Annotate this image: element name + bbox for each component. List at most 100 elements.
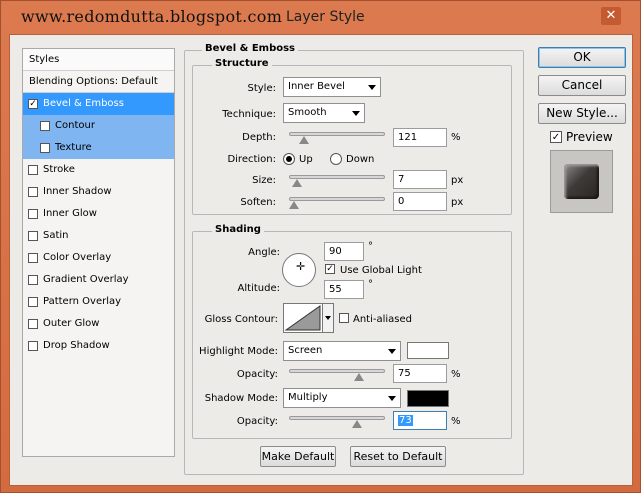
reset-to-default-button[interactable]: Reset to Default <box>350 446 446 467</box>
soften-field[interactable]: 0 <box>393 192 447 211</box>
style-item-label: Texture <box>55 142 92 153</box>
style-item-pattern-overlay[interactable]: Pattern Overlay <box>23 291 174 313</box>
style-select[interactable]: Inner Bevel <box>283 77 381 97</box>
altitude-field[interactable]: 55 <box>324 280 364 299</box>
style-item-label: Pattern Overlay <box>43 296 122 307</box>
gloss-contour-preview[interactable] <box>283 303 323 333</box>
preview-checkbox[interactable]: ✓ <box>550 131 562 143</box>
angle-field[interactable]: 90 <box>324 242 364 261</box>
shadow-mode-label: Shadow Mode: <box>204 393 278 404</box>
soften-slider[interactable] <box>289 197 385 201</box>
altitude-degree: ° <box>368 279 373 290</box>
preview-label: Preview <box>566 130 613 144</box>
gloss-contour-label: Gloss Contour: <box>204 314 278 325</box>
direction-up-radio[interactable] <box>283 153 295 165</box>
technique-select[interactable]: Smooth <box>283 103 365 123</box>
highlight-opacity-slider[interactable] <box>289 369 385 373</box>
new-style-button[interactable]: New Style... <box>538 103 626 124</box>
angle-dial[interactable]: ✛ <box>282 253 316 287</box>
checkbox-bevel-emboss[interactable]: ✓ <box>28 99 38 109</box>
ok-button[interactable]: OK <box>538 47 626 68</box>
style-item-drop-shadow[interactable]: Drop Shadow <box>23 335 174 357</box>
structure-title: Structure <box>212 58 272 69</box>
shadow-mode-select[interactable]: Multiply <box>283 388 401 408</box>
highlight-opacity-field[interactable]: 75 <box>393 364 447 383</box>
highlight-color-swatch[interactable] <box>407 342 449 359</box>
shadow-color-swatch[interactable] <box>407 390 449 407</box>
shadow-opacity-slider[interactable] <box>289 416 385 420</box>
style-item-label: Outer Glow <box>43 318 100 329</box>
style-item-label: Inner Glow <box>43 208 97 219</box>
technique-select-value: Smooth <box>288 107 327 118</box>
soften-slider-handle[interactable] <box>289 201 299 209</box>
styles-list: Styles Blending Options: Default ✓ Bevel… <box>22 48 175 457</box>
crosshair-icon: ✛ <box>296 260 306 273</box>
style-item-texture[interactable]: Texture <box>23 137 174 159</box>
style-item-inner-shadow[interactable]: Inner Shadow <box>23 181 174 203</box>
size-label: Size: <box>252 175 276 186</box>
style-item-label: Stroke <box>43 164 75 175</box>
watermark-text: www.redomdutta.blogspot.com <box>21 7 283 26</box>
window-title: Layer Style <box>286 9 365 25</box>
shadow-opacity-label: Opacity: <box>236 416 278 427</box>
bevel-emboss-title: Bevel & Emboss <box>202 43 298 54</box>
style-item-contour[interactable]: Contour <box>23 115 174 137</box>
size-unit: px <box>451 175 464 186</box>
style-label: Style: <box>247 83 277 94</box>
close-icon[interactable]: ✕ <box>601 7 621 25</box>
title-bar[interactable]: www.redomdutta.blogspot.com Layer Style … <box>1 1 641 35</box>
checkbox-outer-glow[interactable] <box>28 319 38 329</box>
checkbox-contour[interactable] <box>40 121 50 131</box>
checkbox-drop-shadow[interactable] <box>28 341 38 351</box>
direction-down-label: Down <box>346 154 375 165</box>
style-item-stroke[interactable]: Stroke <box>23 159 174 181</box>
style-item-bevel-emboss[interactable]: ✓ Bevel & Emboss <box>23 93 174 115</box>
size-field[interactable]: 7 <box>393 170 447 189</box>
chevron-down-icon <box>388 349 396 354</box>
highlight-mode-label: Highlight Mode: <box>199 346 278 357</box>
shadow-opacity-field[interactable]: 73 <box>393 411 447 430</box>
style-item-label: Color Overlay <box>43 252 112 263</box>
highlight-mode-select[interactable]: Screen <box>283 341 401 361</box>
checkbox-gradient-overlay[interactable] <box>28 275 38 285</box>
cancel-button[interactable]: Cancel <box>538 75 626 96</box>
layer-style-window: www.redomdutta.blogspot.com Layer Style … <box>0 0 641 493</box>
shadow-opacity-handle[interactable] <box>351 420 362 428</box>
technique-label: Technique: <box>222 109 276 120</box>
direction-label: Direction: <box>227 154 276 165</box>
blending-options-item[interactable]: Blending Options: Default <box>23 71 174 93</box>
chevron-down-icon <box>352 111 360 116</box>
angle-degree: ° <box>368 241 373 252</box>
highlight-mode-value: Screen <box>288 345 323 356</box>
soften-unit: px <box>451 197 464 208</box>
shadow-mode-value: Multiply <box>288 392 328 403</box>
make-default-button[interactable]: Make Default <box>260 446 336 467</box>
checkbox-inner-shadow[interactable] <box>28 187 38 197</box>
checkbox-pattern-overlay[interactable] <box>28 297 38 307</box>
style-item-color-overlay[interactable]: Color Overlay <box>23 247 174 269</box>
checkbox-stroke[interactable] <box>28 165 38 175</box>
anti-aliased-checkbox[interactable] <box>339 313 349 323</box>
style-item-outer-glow[interactable]: Outer Glow <box>23 313 174 335</box>
anti-aliased-label: Anti-aliased <box>353 314 413 325</box>
styles-header[interactable]: Styles <box>23 49 174 71</box>
depth-field[interactable]: 121 <box>393 128 447 147</box>
depth-slider-handle[interactable] <box>299 136 310 144</box>
checkbox-inner-glow[interactable] <box>28 209 38 219</box>
checkbox-texture[interactable] <box>40 143 50 153</box>
use-global-light-checkbox[interactable]: ✓ <box>325 264 335 274</box>
gloss-contour-dropdown[interactable] <box>323 303 334 333</box>
direction-down-radio[interactable] <box>330 153 342 165</box>
size-slider-handle[interactable] <box>291 179 302 187</box>
highlight-opacity-label: Opacity: <box>236 369 278 380</box>
checkbox-color-overlay[interactable] <box>28 253 38 263</box>
size-slider[interactable] <box>289 175 385 179</box>
style-item-inner-glow[interactable]: Inner Glow <box>23 203 174 225</box>
style-item-gradient-overlay[interactable]: Gradient Overlay <box>23 269 174 291</box>
highlight-opacity-handle[interactable] <box>353 373 364 381</box>
style-item-label: Contour <box>55 120 95 131</box>
highlight-opacity-unit: % <box>451 369 461 380</box>
style-item-satin[interactable]: Satin <box>23 225 174 247</box>
checkbox-satin[interactable] <box>28 231 38 241</box>
preview-thumbnail <box>564 164 599 199</box>
